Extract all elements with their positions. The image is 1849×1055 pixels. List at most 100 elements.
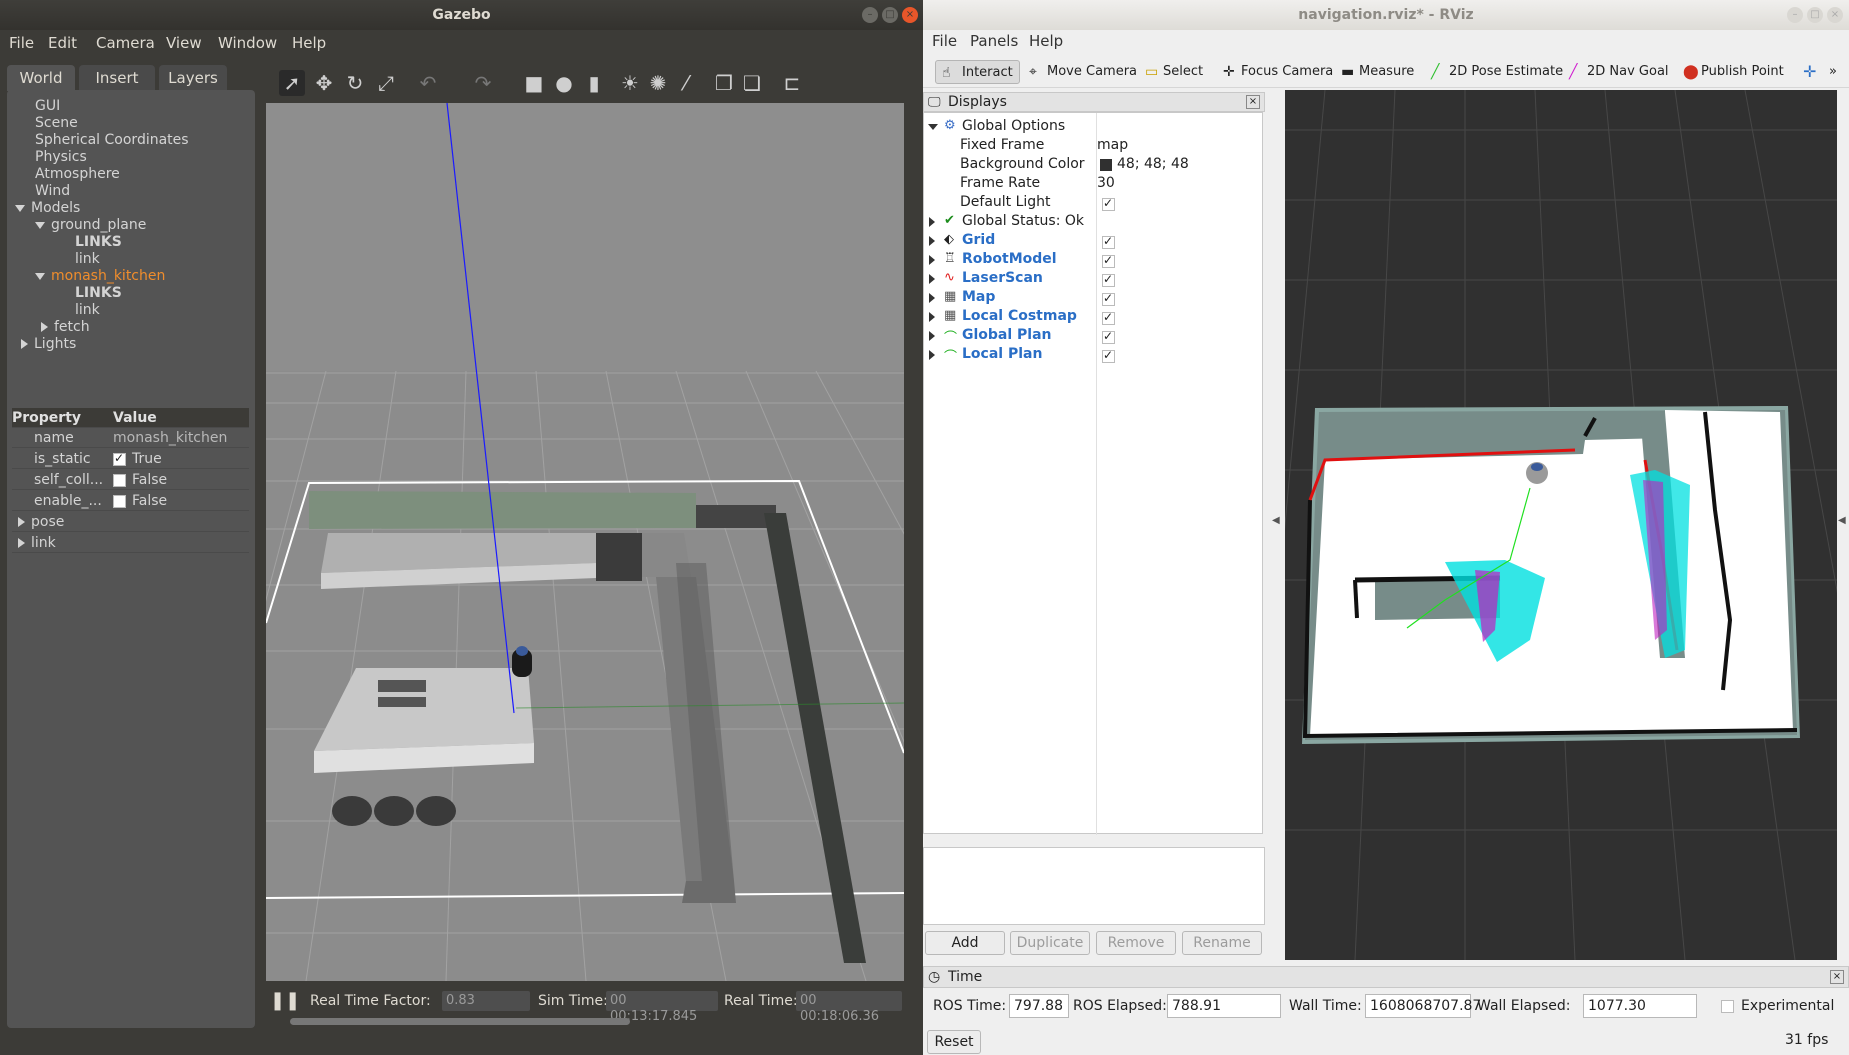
more-tools-icon[interactable]: » bbox=[1829, 60, 1837, 84]
wall-elapsed-field[interactable]: 1077.30 bbox=[1583, 994, 1697, 1018]
box-icon[interactable]: ■ bbox=[521, 70, 547, 96]
directional-light-icon[interactable]: ⁄ bbox=[673, 70, 699, 96]
enable-checkbox[interactable] bbox=[1102, 272, 1115, 287]
collapse-left-icon[interactable]: ◀ bbox=[1272, 515, 1280, 526]
display-row-global-plan[interactable]: ⌒ Global Plan bbox=[924, 326, 1264, 346]
publish-point-tool[interactable]: ⬤ Publish Point bbox=[1679, 60, 1784, 84]
tree-item-physics[interactable]: Physics bbox=[35, 149, 87, 165]
display-row-robotmodel[interactable]: ♖ RobotModel bbox=[924, 250, 1264, 269]
collapse-icon[interactable] bbox=[929, 255, 935, 265]
display-row-map[interactable]: ▦ Map bbox=[924, 288, 1264, 307]
property-row-enable[interactable]: enable_... False bbox=[12, 491, 249, 511]
collapse-icon[interactable] bbox=[18, 517, 25, 527]
display-row-grid[interactable]: ⬖ Grid bbox=[924, 231, 1264, 250]
expand-icon[interactable] bbox=[35, 221, 45, 229]
measure-tool[interactable]: ▬ Measure bbox=[1337, 60, 1414, 84]
collapse-icon[interactable] bbox=[41, 322, 48, 332]
rotate-icon[interactable]: ↻ bbox=[342, 70, 368, 96]
translate-icon[interactable]: ✥ bbox=[311, 70, 337, 96]
property-row-is-static[interactable]: is_static True bbox=[12, 449, 249, 469]
focus-camera-tool[interactable]: ✛ Focus Camera bbox=[1219, 60, 1333, 84]
tree-item-links[interactable]: LINKS bbox=[75, 285, 122, 301]
copy-icon[interactable]: ❐ bbox=[711, 70, 737, 96]
experimental-checkbox[interactable] bbox=[1721, 1000, 1734, 1013]
tree-item-wind[interactable]: Wind bbox=[35, 183, 70, 199]
default-light-checkbox[interactable] bbox=[1102, 196, 1115, 211]
display-row-local-costmap[interactable]: ▦ Local Costmap bbox=[924, 307, 1264, 326]
sphere-icon[interactable]: ● bbox=[551, 70, 577, 96]
expand-icon[interactable] bbox=[35, 272, 45, 280]
tab-insert[interactable]: Insert bbox=[79, 65, 155, 91]
enable-checkbox[interactable] bbox=[1102, 348, 1115, 363]
collapse-right-icon[interactable]: ◀ bbox=[1838, 515, 1846, 526]
close-panel-icon[interactable]: × bbox=[1830, 970, 1844, 984]
enable-checkbox[interactable] bbox=[1102, 329, 1115, 344]
scale-icon[interactable]: ⤢ bbox=[373, 70, 399, 96]
maximize-icon[interactable]: □ bbox=[1807, 7, 1823, 23]
property-row-pose[interactable]: pose bbox=[12, 512, 249, 532]
undo-icon[interactable]: ↶ bbox=[415, 70, 441, 96]
point-light-icon[interactable]: ☀ bbox=[617, 70, 643, 96]
redo-icon[interactable]: ↷ bbox=[470, 70, 496, 96]
tree-item-link[interactable]: link bbox=[75, 302, 100, 318]
close-icon[interactable]: × bbox=[902, 7, 918, 23]
reset-button[interactable]: Reset bbox=[927, 1030, 981, 1054]
default-light-row[interactable]: Default Light bbox=[924, 193, 1264, 212]
frame-rate-row[interactable]: Frame Rate 30 bbox=[924, 174, 1264, 193]
collapse-icon[interactable] bbox=[21, 339, 28, 349]
minimize-icon[interactable]: – bbox=[862, 7, 878, 23]
option-value[interactable]: map bbox=[1097, 137, 1128, 153]
global-status-row[interactable]: ✔ Global Status: Ok bbox=[924, 212, 1264, 231]
collapse-icon[interactable] bbox=[929, 293, 935, 303]
remove-button[interactable]: Remove bbox=[1096, 931, 1176, 955]
menu-panels[interactable]: Panels bbox=[970, 32, 1018, 50]
option-value[interactable]: 30 bbox=[1097, 175, 1115, 191]
tab-world[interactable]: World bbox=[7, 65, 75, 91]
pause-icon[interactable]: ❚❚ bbox=[270, 990, 300, 1011]
pose-estimate-tool[interactable]: ╱ 2D Pose Estimate bbox=[1427, 60, 1563, 84]
tree-item-models[interactable]: Models bbox=[15, 200, 80, 216]
self-collide-checkbox[interactable] bbox=[113, 473, 126, 487]
enable-checkbox[interactable] bbox=[1102, 234, 1115, 249]
tree-item-ground-plane[interactable]: ground_plane bbox=[35, 217, 146, 233]
spot-light-icon[interactable]: ✺ bbox=[645, 70, 671, 96]
rviz-3d-viewport[interactable] bbox=[1285, 90, 1837, 960]
ros-elapsed-field[interactable]: 788.91 bbox=[1167, 994, 1281, 1018]
tree-item-scene[interactable]: Scene bbox=[35, 115, 78, 131]
menu-window[interactable]: Window bbox=[218, 34, 277, 52]
color-swatch[interactable] bbox=[1100, 159, 1112, 171]
enable-checkbox[interactable] bbox=[1102, 253, 1115, 268]
menu-edit[interactable]: Edit bbox=[48, 34, 77, 52]
fixed-frame-row[interactable]: Fixed Frame map bbox=[924, 136, 1264, 155]
background-color-row[interactable]: Background Color 48; 48; 48 bbox=[924, 155, 1264, 174]
select-tool[interactable]: ▭ Select bbox=[1141, 60, 1203, 84]
menu-file[interactable]: File bbox=[932, 32, 957, 50]
duplicate-button[interactable]: Duplicate bbox=[1010, 931, 1090, 955]
tree-item-atmosphere[interactable]: Atmosphere bbox=[35, 166, 120, 182]
rename-button[interactable]: Rename bbox=[1182, 931, 1262, 955]
enable-checkbox[interactable] bbox=[1102, 291, 1115, 306]
tree-item-monash-kitchen[interactable]: monash_kitchen bbox=[35, 268, 165, 284]
add-tool-icon[interactable]: ✛ bbox=[1803, 60, 1816, 84]
wall-time-field[interactable]: 1608068707.87 bbox=[1365, 994, 1481, 1018]
tree-item-links[interactable]: LINKS bbox=[75, 234, 122, 250]
close-icon[interactable]: × bbox=[1827, 7, 1843, 23]
nav-goal-tool[interactable]: ╱ 2D Nav Goal bbox=[1565, 60, 1669, 84]
collapse-icon[interactable] bbox=[929, 312, 935, 322]
gazebo-3d-view[interactable] bbox=[266, 103, 904, 981]
enable-checkbox[interactable] bbox=[1102, 310, 1115, 325]
collapse-icon[interactable] bbox=[929, 331, 935, 341]
maximize-icon[interactable]: □ bbox=[882, 7, 898, 23]
global-options-row[interactable]: ⚙ Global Options bbox=[924, 117, 1264, 136]
is-static-checkbox[interactable] bbox=[113, 451, 126, 466]
collapse-icon[interactable] bbox=[929, 217, 935, 227]
tree-item-lights[interactable]: Lights bbox=[21, 336, 76, 352]
expand-icon[interactable] bbox=[928, 124, 938, 130]
select-mode-icon[interactable]: ➚ bbox=[279, 70, 305, 96]
menu-camera[interactable]: Camera bbox=[96, 34, 155, 52]
display-row-laserscan[interactable]: ∿ LaserScan bbox=[924, 269, 1264, 288]
ros-time-field[interactable]: 797.88 bbox=[1009, 994, 1069, 1018]
collapse-icon[interactable] bbox=[18, 538, 25, 548]
tree-item-spherical[interactable]: Spherical Coordinates bbox=[35, 132, 189, 148]
tree-item-fetch[interactable]: fetch bbox=[41, 319, 90, 335]
